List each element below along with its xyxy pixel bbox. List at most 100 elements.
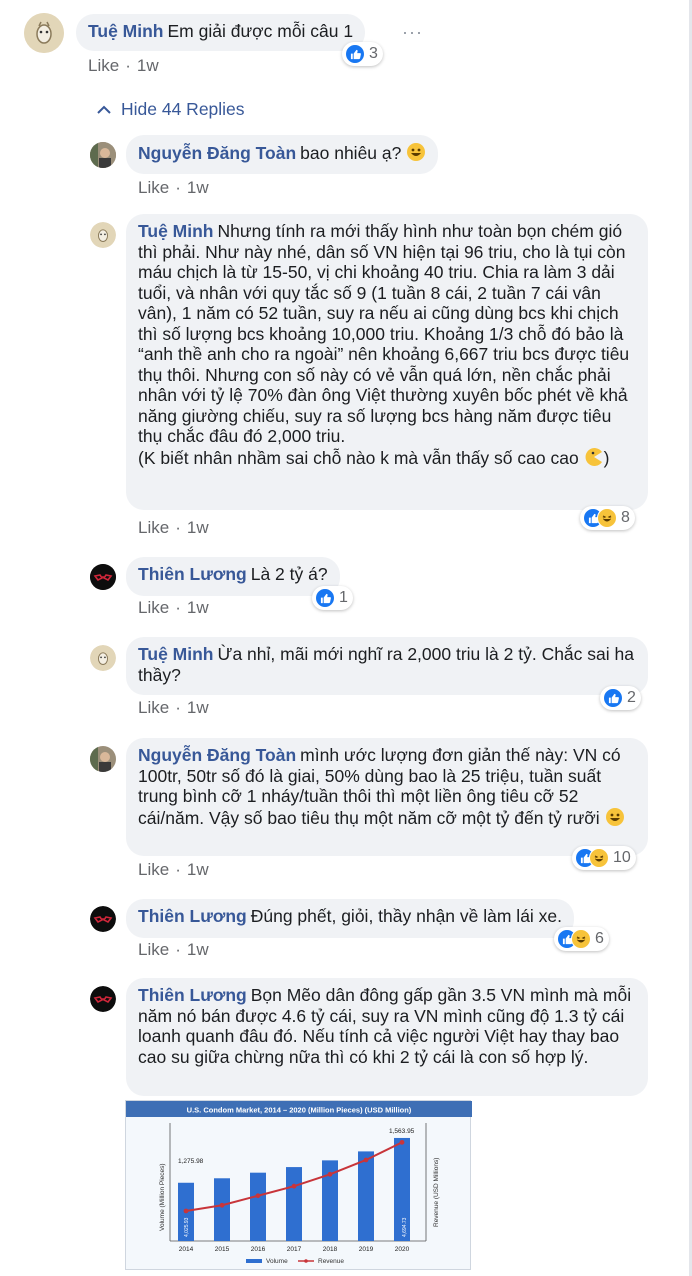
volume-bar bbox=[358, 1151, 374, 1241]
comment-actions: Like · 1w bbox=[138, 860, 209, 879]
chart-ylabel-right: Revenue (USD Millions) bbox=[433, 1158, 440, 1227]
comment-text-end: ) bbox=[603, 447, 610, 468]
bar-line-chart: U.S. Condom Market, 2014 – 2020 (Million… bbox=[126, 1101, 472, 1265]
grinning-emoji-icon bbox=[406, 142, 426, 167]
revenue-point bbox=[291, 1183, 297, 1189]
like-reaction-icon bbox=[315, 588, 335, 608]
comment-actions: Like · 1w bbox=[138, 518, 209, 537]
avatar[interactable] bbox=[90, 222, 116, 248]
x-tick-label: 2017 bbox=[287, 1246, 302, 1253]
reaction-count: 1 bbox=[339, 589, 348, 606]
like-link[interactable]: Like bbox=[138, 518, 169, 537]
like-link[interactable]: Like bbox=[138, 940, 169, 959]
volume-bar bbox=[286, 1167, 302, 1241]
comment-actions: Like · 1w bbox=[138, 598, 209, 617]
comment-actions: Like · 1w bbox=[138, 940, 209, 959]
comment-author[interactable]: Thiên Lương bbox=[138, 906, 247, 926]
timestamp[interactable]: 1w bbox=[187, 518, 209, 537]
reaction-count: 2 bbox=[627, 689, 636, 706]
revenue-point bbox=[363, 1157, 369, 1163]
comment-text: Em giải được mỗi câu 1 bbox=[167, 21, 354, 41]
hide-replies-label: Hide 44 Replies bbox=[121, 99, 245, 119]
x-tick-label: 2016 bbox=[251, 1246, 266, 1253]
timestamp[interactable]: 1w bbox=[137, 56, 159, 75]
bar-label-last: 4,694.73 bbox=[402, 1217, 408, 1237]
comment-author[interactable]: Thiên Lương bbox=[138, 985, 247, 1005]
volume-bar bbox=[214, 1178, 230, 1241]
comment-bubble: Thiên Lương Bọn Mẽo dân đông gấp gần 3.5 … bbox=[126, 978, 648, 1096]
reaction-badge[interactable]: 10 bbox=[572, 846, 636, 870]
reaction-count: 10 bbox=[613, 849, 631, 866]
comment-bubble: Thiên Lương Đúng phết, giỏi, thầy nhận về… bbox=[126, 899, 575, 938]
revenue-point bbox=[183, 1208, 189, 1214]
reaction-count: 6 bbox=[595, 930, 604, 947]
legend-volume-swatch bbox=[246, 1259, 262, 1263]
avatar[interactable] bbox=[90, 142, 116, 168]
chart-title: U.S. Condom Market, 2014 – 2020 (Million… bbox=[187, 1106, 412, 1115]
grinning-emoji-icon bbox=[605, 807, 625, 832]
haha-reaction-icon bbox=[571, 929, 591, 949]
comment-bubble: Tuệ Minh Ừa nhỉ, mãi mới nghĩ ra 2,000 tr… bbox=[126, 637, 648, 695]
comment-text: bao nhiêu ạ? bbox=[300, 143, 402, 163]
x-tick-label: 2020 bbox=[395, 1246, 410, 1253]
legend-revenue: Revenue bbox=[318, 1258, 344, 1265]
comment-bubble: Tuệ Minh Nhưng tính ra mới thấy hình như … bbox=[126, 214, 648, 510]
comment-author[interactable]: Tuệ Minh bbox=[88, 21, 164, 41]
reaction-count: 3 bbox=[369, 45, 378, 62]
revenue-point bbox=[327, 1171, 333, 1177]
revenue-point bbox=[399, 1139, 405, 1145]
comment-bubble: Thiên Lương Là 2 tỷ á? bbox=[126, 557, 340, 596]
avatar[interactable] bbox=[90, 986, 116, 1012]
comment-text: Đúng phết, giỏi, thầy nhận về làm lái xe… bbox=[250, 906, 563, 926]
pacman-emoji-icon bbox=[584, 447, 604, 472]
comment-author[interactable]: Thiên Lương bbox=[138, 564, 247, 584]
comment-text: Nhưng tính ra mới thấy hình như toàn bọn… bbox=[138, 221, 630, 468]
comment-actions: Like · 1w bbox=[138, 698, 209, 717]
like-link[interactable]: Like bbox=[138, 698, 169, 717]
revenue-point bbox=[219, 1202, 225, 1208]
haha-reaction-icon bbox=[589, 848, 609, 868]
reaction-badge[interactable]: 2 bbox=[600, 686, 641, 710]
bar-label-first: 4,025.93 bbox=[184, 1217, 190, 1237]
like-reaction-icon bbox=[345, 44, 365, 64]
avatar[interactable] bbox=[90, 906, 116, 932]
x-tick-label: 2019 bbox=[359, 1246, 374, 1253]
timestamp[interactable]: 1w bbox=[187, 178, 209, 197]
reaction-badge[interactable]: 6 bbox=[554, 927, 609, 951]
more-options-icon[interactable]: ··· bbox=[402, 22, 423, 43]
comment-author[interactable]: Tuệ Minh bbox=[138, 221, 214, 241]
like-link[interactable]: Like bbox=[138, 178, 169, 197]
chevron-up-icon bbox=[97, 105, 111, 114]
avatar[interactable] bbox=[90, 746, 116, 772]
reaction-badge[interactable]: 8 bbox=[580, 506, 635, 530]
comment-author[interactable]: Tuệ Minh bbox=[138, 644, 214, 664]
timestamp[interactable]: 1w bbox=[187, 698, 209, 717]
x-tick-label: 2015 bbox=[215, 1246, 230, 1253]
value-label-first: 1,275.98 bbox=[178, 1158, 204, 1165]
avatar[interactable] bbox=[24, 13, 64, 53]
avatar[interactable] bbox=[90, 645, 116, 671]
comment-text: Là 2 tỷ á? bbox=[250, 564, 328, 584]
hide-replies-link[interactable]: Hide 44 Replies bbox=[97, 99, 245, 120]
reaction-badge[interactable]: 3 bbox=[342, 42, 383, 66]
reaction-badge[interactable]: 1 bbox=[312, 586, 353, 610]
volume-bar bbox=[250, 1172, 266, 1241]
like-link[interactable]: Like bbox=[88, 56, 119, 75]
comment-bubble: Tuệ Minh Em giải được mỗi câu 1 bbox=[76, 14, 366, 51]
like-link[interactable]: Like bbox=[138, 598, 169, 617]
chart-ylabel: Volume (Million Pieces) bbox=[159, 1163, 166, 1231]
comment-author[interactable]: Nguyễn Đăng Toàn bbox=[138, 745, 296, 765]
like-reaction-icon bbox=[603, 688, 623, 708]
avatar[interactable] bbox=[90, 564, 116, 590]
like-link[interactable]: Like bbox=[138, 860, 169, 879]
haha-reaction-icon bbox=[597, 508, 617, 528]
comment-actions: Like · 1w bbox=[88, 56, 159, 75]
legend-volume: Volume bbox=[266, 1258, 288, 1265]
x-tick-label: 2014 bbox=[179, 1246, 194, 1253]
timestamp[interactable]: 1w bbox=[187, 598, 209, 617]
timestamp[interactable]: 1w bbox=[187, 860, 209, 879]
comment-author[interactable]: Nguyễn Đăng Toàn bbox=[138, 143, 296, 163]
timestamp[interactable]: 1w bbox=[187, 940, 209, 959]
attached-chart-image[interactable]: U.S. Condom Market, 2014 – 2020 (Million… bbox=[125, 1100, 472, 1270]
x-tick-label: 2018 bbox=[323, 1246, 338, 1253]
